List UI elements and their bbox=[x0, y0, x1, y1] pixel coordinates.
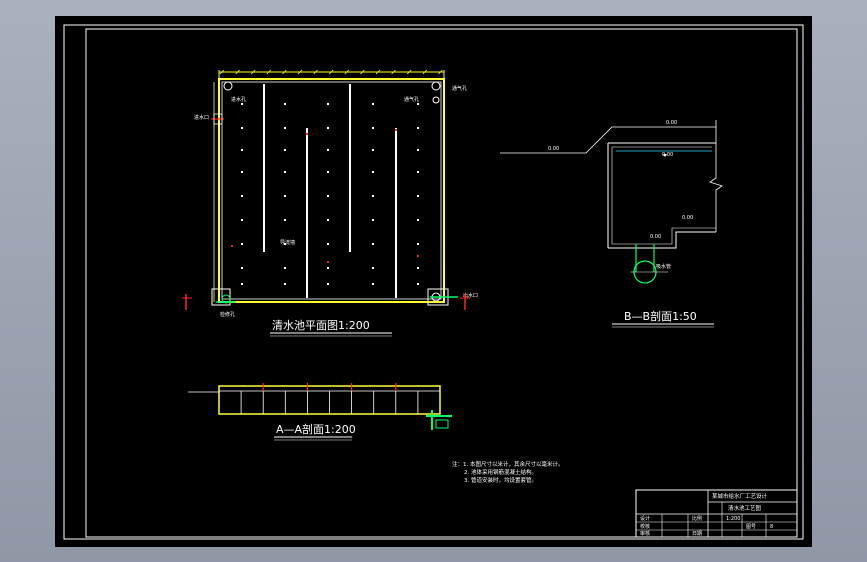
drawing-canvas: 进水孔 通气孔 通气孔 进水口 导流墙 检修孔 出水口 清水池平面图1:200 bbox=[63, 24, 804, 540]
note-line-2: 2. 池体采用钢筋混凝土结构。 bbox=[464, 468, 537, 476]
column-dot bbox=[327, 103, 329, 105]
column-dot bbox=[241, 149, 243, 151]
label-sheet: 图号 bbox=[746, 524, 756, 530]
column-dot bbox=[417, 195, 419, 197]
role-check: 校核 bbox=[640, 523, 650, 530]
title-block: 某城市给水厂工艺设计 清水池工艺图 设计 校核 审核 比例 1:200 图号 8… bbox=[635, 489, 798, 538]
plan-title: 清水池平面图1:200 bbox=[272, 319, 370, 332]
inlet-hole-icon bbox=[223, 81, 233, 91]
column-dot-red bbox=[306, 133, 308, 135]
column-dot bbox=[327, 243, 329, 245]
break-line bbox=[709, 120, 723, 232]
column-dot bbox=[241, 171, 243, 173]
section-a-view: A—A剖面1:200 bbox=[188, 383, 452, 441]
column-dot bbox=[241, 283, 243, 285]
vent-hole-icon bbox=[432, 96, 440, 104]
column-grid bbox=[231, 103, 419, 285]
project-name: 某城市给水厂工艺设计 bbox=[712, 492, 768, 500]
column-dot-red bbox=[231, 245, 233, 247]
plan-view: 进水孔 通气孔 通气孔 进水口 导流墙 检修孔 出水口 清水池平面图1:200 bbox=[182, 69, 478, 337]
column-dot bbox=[372, 243, 374, 245]
column-dot-red bbox=[327, 261, 329, 263]
column-dot bbox=[284, 103, 286, 105]
column-dot bbox=[417, 127, 419, 129]
column-dot-red bbox=[417, 255, 419, 257]
note-line-3: 3. 管道安装时，均设置套管。 bbox=[464, 476, 537, 484]
column-dot bbox=[284, 149, 286, 151]
column-dot bbox=[241, 127, 243, 129]
section-b-view: 0.00 0.00 0.00 0.00 0.00 吸水管 B—B剖面1:50 bbox=[500, 120, 723, 328]
column-dot bbox=[284, 219, 286, 221]
section-a-title: A—A剖面1:200 bbox=[276, 422, 356, 436]
sheet-number: 8 bbox=[770, 524, 773, 530]
label-top-left: 进水孔 bbox=[231, 96, 246, 103]
column-dot bbox=[284, 171, 286, 173]
column-dot bbox=[241, 267, 243, 269]
column-dot bbox=[417, 219, 419, 221]
column-dot bbox=[372, 267, 374, 269]
column-dot bbox=[284, 127, 286, 129]
level-mid: 0.00 bbox=[682, 215, 693, 221]
column-dot bbox=[417, 243, 419, 245]
column-dot bbox=[327, 195, 329, 197]
column-dot bbox=[372, 103, 374, 105]
label-bottom-left: 检修孔 bbox=[220, 311, 235, 318]
column-dot bbox=[372, 149, 374, 151]
drawing-name: 清水池工艺图 bbox=[728, 504, 762, 512]
column-dot bbox=[372, 219, 374, 221]
column-dot bbox=[284, 267, 286, 269]
tank-outer-wall bbox=[218, 78, 445, 303]
column-dot bbox=[372, 171, 374, 173]
level-top: 0.00 bbox=[666, 120, 677, 126]
tank-inner-wall bbox=[221, 81, 442, 300]
pipe-label: 吸水管 bbox=[656, 263, 671, 270]
column-dot bbox=[327, 149, 329, 151]
column-dot bbox=[417, 103, 419, 105]
note-line-1: 注：1. 本图尺寸以米计，其余尺寸以毫米计。 bbox=[452, 460, 564, 468]
column-dot bbox=[327, 267, 329, 269]
label-center: 导流墙 bbox=[280, 239, 295, 246]
column-dot bbox=[327, 219, 329, 221]
column-dot bbox=[241, 243, 243, 245]
section-a-columns bbox=[240, 383, 419, 414]
plan-dimension-ticks bbox=[219, 69, 443, 75]
section-b-title: B—B剖面1:50 bbox=[624, 309, 697, 323]
section-a-valve-icon bbox=[435, 419, 449, 429]
column-dot bbox=[372, 127, 374, 129]
section-b-floor-inner bbox=[612, 227, 716, 245]
column-dot bbox=[417, 171, 419, 173]
inner-border bbox=[85, 28, 798, 538]
column-dot bbox=[327, 127, 329, 129]
role-review: 审核 bbox=[640, 530, 650, 537]
column-dot bbox=[327, 283, 329, 285]
label-date: 日期 bbox=[692, 531, 702, 537]
column-dot bbox=[284, 195, 286, 197]
scale-value: 1:200 bbox=[726, 516, 740, 522]
column-dot bbox=[241, 103, 243, 105]
column-dot bbox=[417, 283, 419, 285]
label-scale: 比例 bbox=[692, 515, 702, 522]
column-dot bbox=[372, 195, 374, 197]
column-dot bbox=[372, 283, 374, 285]
label-vent-right: 通气孔 bbox=[404, 96, 419, 103]
level-bottom: 0.00 bbox=[650, 234, 661, 240]
column-dot bbox=[417, 149, 419, 151]
role-design: 设计 bbox=[640, 515, 650, 522]
column-dot bbox=[241, 219, 243, 221]
column-dot bbox=[241, 195, 243, 197]
section-b-floor bbox=[608, 231, 716, 249]
column-dot bbox=[327, 171, 329, 173]
column-dot bbox=[417, 267, 419, 269]
notes: 注：1. 本图尺寸以米计，其余尺寸以毫米计。 2. 池体采用钢筋混凝土结构。 3… bbox=[452, 460, 564, 484]
label-inlet: 进水口 bbox=[194, 114, 209, 121]
vent-hole-icon bbox=[431, 81, 441, 91]
label-top-right: 通气孔 bbox=[452, 85, 467, 92]
column-dot bbox=[284, 283, 286, 285]
column-dot-red bbox=[395, 129, 397, 131]
level-ground: 0.00 bbox=[548, 146, 559, 152]
